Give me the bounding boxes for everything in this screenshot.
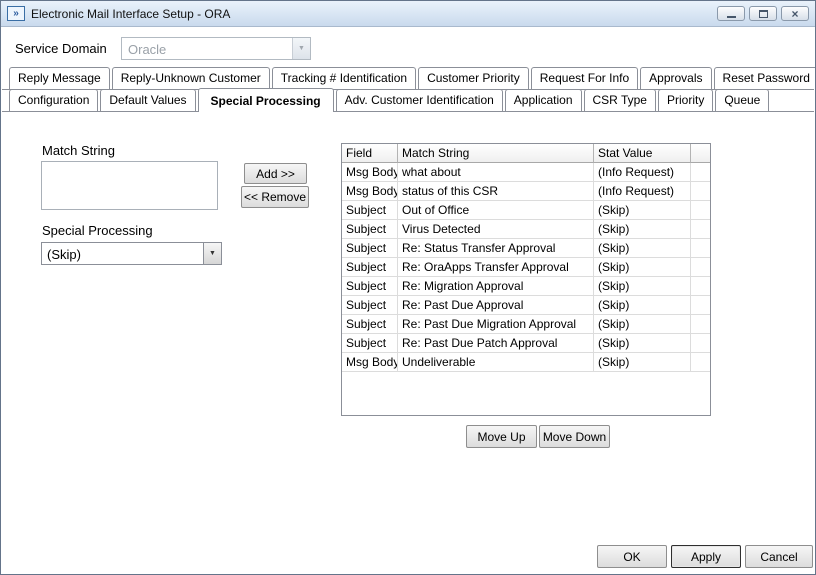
tab-row-2: ConfigurationDefault ValuesSpecial Proce… xyxy=(2,90,814,112)
cell-field: Subject xyxy=(342,258,398,276)
cell-field: Subject xyxy=(342,239,398,257)
tab-application[interactable]: Application xyxy=(505,89,582,111)
table-row[interactable]: SubjectRe: Past Due Approval(Skip) xyxy=(342,296,710,315)
apply-button[interactable]: Apply xyxy=(671,545,741,568)
column-header-field[interactable]: Field xyxy=(342,144,398,163)
app-icon: » xyxy=(7,6,25,21)
table-header: FieldMatch StringStat Value xyxy=(342,144,710,163)
match-string-input[interactable] xyxy=(41,161,218,210)
column-header-filler xyxy=(691,144,710,163)
maximize-button[interactable] xyxy=(749,6,777,21)
table-row[interactable]: Msg Bodystatus of this CSR(Info Request) xyxy=(342,182,710,201)
tab-row-1: Reply MessageReply-Unknown CustomerTrack… xyxy=(2,68,814,90)
table-row[interactable]: SubjectRe: Past Due Migration Approval(S… xyxy=(342,315,710,334)
cell-stat-value: (Skip) xyxy=(594,353,691,371)
cell-stat-value: (Skip) xyxy=(594,277,691,295)
tab-priority[interactable]: Priority xyxy=(658,89,713,111)
service-domain-combo: Oracle ▼ xyxy=(121,37,311,60)
cell-stat-value: (Skip) xyxy=(594,239,691,257)
cell-match-string: Re: Past Due Migration Approval xyxy=(398,315,594,333)
minimize-button[interactable] xyxy=(717,6,745,21)
table-row[interactable]: SubjectRe: Migration Approval(Skip) xyxy=(342,277,710,296)
chevron-down-icon[interactable]: ▼ xyxy=(203,243,221,264)
cell-stat-value: (Skip) xyxy=(594,334,691,352)
column-header-match-string[interactable]: Match String xyxy=(398,144,594,163)
table-row[interactable]: SubjectOut of Office(Skip) xyxy=(342,201,710,220)
cell-field: Msg Body xyxy=(342,163,398,181)
table-row[interactable]: SubjectRe: OraApps Transfer Approval(Ski… xyxy=(342,258,710,277)
cell-field: Subject xyxy=(342,277,398,295)
cell-field: Msg Body xyxy=(342,353,398,371)
match-rules-table: FieldMatch StringStat Value Msg Bodywhat… xyxy=(341,143,711,416)
cell-field: Msg Body xyxy=(342,182,398,200)
close-button[interactable]: × xyxy=(781,6,809,21)
cell-field: Subject xyxy=(342,296,398,314)
tab-reply-message[interactable]: Reply Message xyxy=(9,67,110,89)
special-processing-value: (Skip) xyxy=(42,243,203,264)
special-processing-combo[interactable]: (Skip) ▼ xyxy=(41,242,222,265)
tab-reply-unknown-customer[interactable]: Reply-Unknown Customer xyxy=(112,67,270,89)
service-domain-value: Oracle xyxy=(122,38,292,59)
cell-stat-value: (Skip) xyxy=(594,315,691,333)
service-domain-label: Service Domain xyxy=(15,41,107,56)
cell-match-string: Virus Detected xyxy=(398,220,594,238)
tab-queue[interactable]: Queue xyxy=(715,89,769,111)
table-row[interactable]: SubjectVirus Detected(Skip) xyxy=(342,220,710,239)
window-controls: × xyxy=(717,6,809,21)
tab-customer-priority[interactable]: Customer Priority xyxy=(418,67,529,89)
tab-default-values[interactable]: Default Values xyxy=(100,89,195,111)
chevron-down-icon: ▼ xyxy=(292,38,310,59)
move-up-button[interactable]: Move Up xyxy=(466,425,537,448)
window-title: Electronic Mail Interface Setup - ORA xyxy=(31,7,230,21)
dialog-window: » Electronic Mail Interface Setup - ORA … xyxy=(0,0,816,575)
minimize-icon xyxy=(727,16,736,18)
table-body: Msg Bodywhat about(Info Request)Msg Body… xyxy=(342,163,710,372)
tab-control: Reply MessageReply-Unknown CustomerTrack… xyxy=(2,68,814,114)
tab-tracking-identification[interactable]: Tracking # Identification xyxy=(272,67,416,89)
tab-csr-type[interactable]: CSR Type xyxy=(584,89,656,111)
column-header-stat-value[interactable]: Stat Value xyxy=(594,144,691,163)
cell-stat-value: (Skip) xyxy=(594,201,691,219)
cell-stat-value: (Info Request) xyxy=(594,163,691,181)
table-row[interactable]: SubjectRe: Status Transfer Approval(Skip… xyxy=(342,239,710,258)
cancel-button[interactable]: Cancel xyxy=(745,545,813,568)
cell-field: Subject xyxy=(342,334,398,352)
cell-stat-value: (Skip) xyxy=(594,296,691,314)
table-row[interactable]: Msg Bodywhat about(Info Request) xyxy=(342,163,710,182)
close-icon: × xyxy=(791,8,798,20)
special-processing-label: Special Processing xyxy=(42,223,153,238)
cell-stat-value: (Info Request) xyxy=(594,182,691,200)
cell-match-string: Re: OraApps Transfer Approval xyxy=(398,258,594,276)
tab-request-for-info[interactable]: Request For Info xyxy=(531,67,638,89)
cell-field: Subject xyxy=(342,315,398,333)
ok-button[interactable]: OK xyxy=(597,545,667,568)
cell-match-string: Undeliverable xyxy=(398,353,594,371)
tab-reset-password[interactable]: Reset Password xyxy=(714,67,816,89)
table-row[interactable]: SubjectRe: Past Due Patch Approval(Skip) xyxy=(342,334,710,353)
maximize-icon xyxy=(759,10,768,18)
cell-match-string: Re: Past Due Patch Approval xyxy=(398,334,594,352)
tab-configuration[interactable]: Configuration xyxy=(9,89,98,111)
match-string-label: Match String xyxy=(42,143,115,158)
tab-adv-customer-identification[interactable]: Adv. Customer Identification xyxy=(336,89,503,111)
table-row[interactable]: Msg BodyUndeliverable(Skip) xyxy=(342,353,710,372)
cell-stat-value: (Skip) xyxy=(594,220,691,238)
titlebar[interactable]: » Electronic Mail Interface Setup - ORA … xyxy=(1,1,815,27)
move-down-button[interactable]: Move Down xyxy=(539,425,610,448)
cell-stat-value: (Skip) xyxy=(594,258,691,276)
cell-match-string: Re: Status Transfer Approval xyxy=(398,239,594,257)
cell-match-string: what about xyxy=(398,163,594,181)
cell-match-string: Re: Past Due Approval xyxy=(398,296,594,314)
cell-field: Subject xyxy=(342,201,398,219)
tab-special-processing[interactable]: Special Processing xyxy=(198,88,334,112)
tab-approvals[interactable]: Approvals xyxy=(640,67,711,89)
cell-match-string: status of this CSR xyxy=(398,182,594,200)
cell-field: Subject xyxy=(342,220,398,238)
cell-match-string: Out of Office xyxy=(398,201,594,219)
remove-button[interactable]: << Remove xyxy=(241,186,309,208)
cell-match-string: Re: Migration Approval xyxy=(398,277,594,295)
add-button[interactable]: Add >> xyxy=(244,163,307,184)
